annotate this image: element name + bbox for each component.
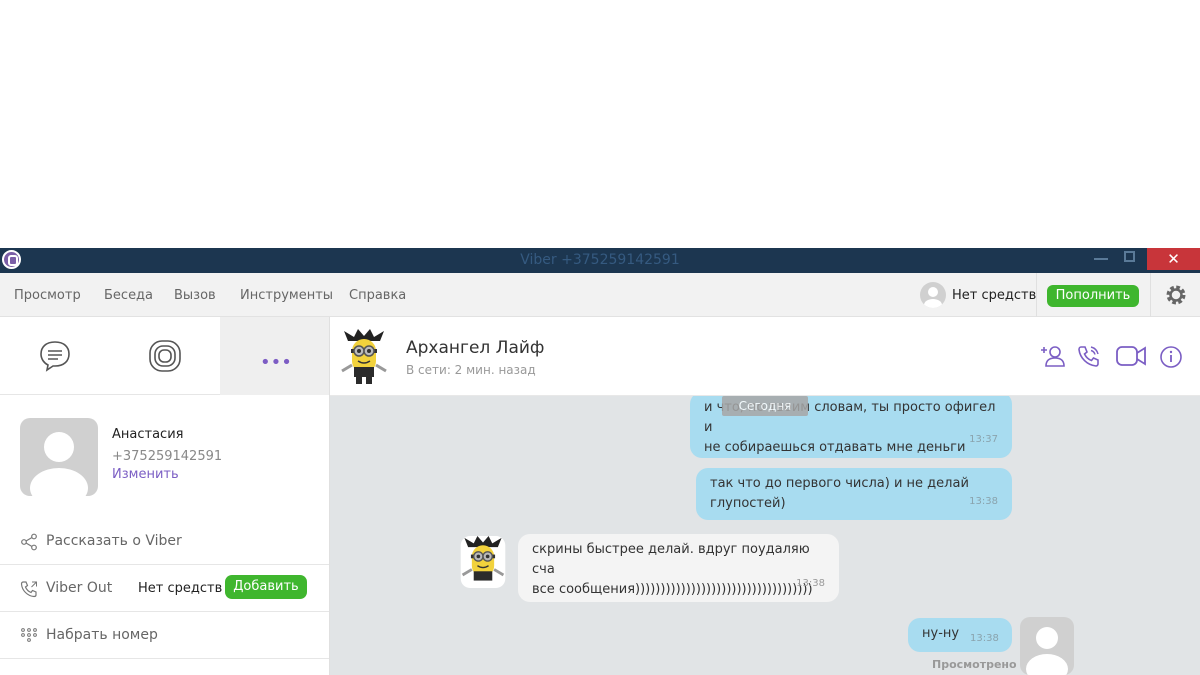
message-time: 13:37 xyxy=(969,434,998,445)
date-divider: Сегодня xyxy=(722,396,808,416)
public-chats-icon xyxy=(149,340,181,372)
topup-button[interactable]: Пополнить xyxy=(1047,285,1139,307)
viber-out-row[interactable]: Viber Out Нет средств Добавить xyxy=(0,565,329,612)
message-text-line: все сообщения)))))))))))))))))))))))))))… xyxy=(532,582,813,597)
more-icon: ••• xyxy=(260,352,292,373)
profile-phone: +375259142591 xyxy=(112,449,223,464)
add-participant-icon[interactable] xyxy=(1040,345,1066,367)
info-icon[interactable] xyxy=(1159,345,1183,369)
close-button[interactable]: ✕ xyxy=(1147,248,1200,270)
seen-status: Просмотрено xyxy=(932,658,1017,671)
profile-name: Анастасия xyxy=(112,427,184,442)
viber-out-label: Viber Out xyxy=(46,580,113,596)
chat-messages[interactable]: и что, по твоим словам, ты просто офигел… xyxy=(330,396,1200,675)
menu-call[interactable]: Вызов xyxy=(174,288,216,303)
tab-chats[interactable] xyxy=(0,317,110,395)
phone-out-icon xyxy=(20,581,37,598)
contact-name: Архангел Лайф xyxy=(406,338,545,358)
contact-status: В сети: 2 мин. назад xyxy=(406,363,536,377)
chat-header: Архангел Лайф В сети: 2 мин. назад xyxy=(330,317,1200,396)
voice-call-icon[interactable] xyxy=(1077,345,1101,367)
divider xyxy=(1150,273,1151,317)
chat-icon xyxy=(40,341,70,372)
message-time: 13:38 xyxy=(970,633,999,644)
menu-conversation[interactable]: Беседа xyxy=(104,288,153,303)
sidebar-tabs: ••• xyxy=(0,317,330,395)
menu-tools[interactable]: Инструменты xyxy=(240,288,333,303)
contact-avatar[interactable] xyxy=(340,329,388,385)
share-viber-row[interactable]: Рассказать о Viber xyxy=(0,518,329,565)
gear-icon[interactable] xyxy=(1164,283,1188,307)
tab-public-chats[interactable] xyxy=(110,317,220,395)
message-text-line: глупостей) xyxy=(710,496,786,511)
menu-help[interactable]: Справка xyxy=(349,288,406,303)
edit-profile-link[interactable]: Изменить xyxy=(112,467,179,482)
message-text-line: скрины быстрее делай. вдруг поудаляю сча xyxy=(532,542,810,577)
share-viber-label: Рассказать о Viber xyxy=(46,533,182,549)
viber-window: Viber +375259142591 ✕ Просмотр Беседа Вы… xyxy=(0,248,1200,675)
window-title: Viber +375259142591 xyxy=(520,252,680,268)
my-avatar xyxy=(1020,617,1074,675)
tab-more[interactable]: ••• xyxy=(220,317,330,395)
dial-number-row[interactable]: Набрать номер xyxy=(0,612,329,659)
profile-avatar[interactable] xyxy=(20,418,98,496)
add-credit-button[interactable]: Добавить xyxy=(225,575,307,599)
message-time: 13:38 xyxy=(796,578,825,589)
dialpad-icon xyxy=(21,628,37,642)
message-bubble-in[interactable]: скрины быстрее делай. вдруг поудаляю сча… xyxy=(518,534,839,602)
message-text-line: так что до первого числа) и не делай xyxy=(710,476,969,491)
message-text: ну-ну xyxy=(922,626,960,641)
message-text-line: не собираешься отдавать мне деньги xyxy=(704,440,966,455)
menu-view[interactable]: Просмотр xyxy=(14,288,81,303)
message-time: 13:38 xyxy=(969,496,998,507)
share-icon xyxy=(21,533,37,551)
message-bubble-out[interactable]: так что до первого числа) и не делай глу… xyxy=(696,468,1012,520)
menu-bar: Просмотр Беседа Вызов Инструменты Справк… xyxy=(0,273,1200,317)
credit-balance: Нет средств xyxy=(952,288,1037,303)
account-avatar[interactable] xyxy=(920,282,946,308)
minimize-button[interactable] xyxy=(1094,258,1108,260)
video-call-icon[interactable] xyxy=(1115,345,1147,367)
message-bubble-out[interactable]: ну-ну 13:38 xyxy=(908,618,1012,652)
divider xyxy=(1036,273,1037,317)
maximize-button[interactable] xyxy=(1124,251,1135,262)
sender-avatar[interactable] xyxy=(456,536,510,588)
dial-number-label: Набрать номер xyxy=(46,627,158,643)
viber-out-credit: Нет средств xyxy=(138,581,223,596)
title-bar: Viber +375259142591 ✕ xyxy=(0,248,1200,273)
